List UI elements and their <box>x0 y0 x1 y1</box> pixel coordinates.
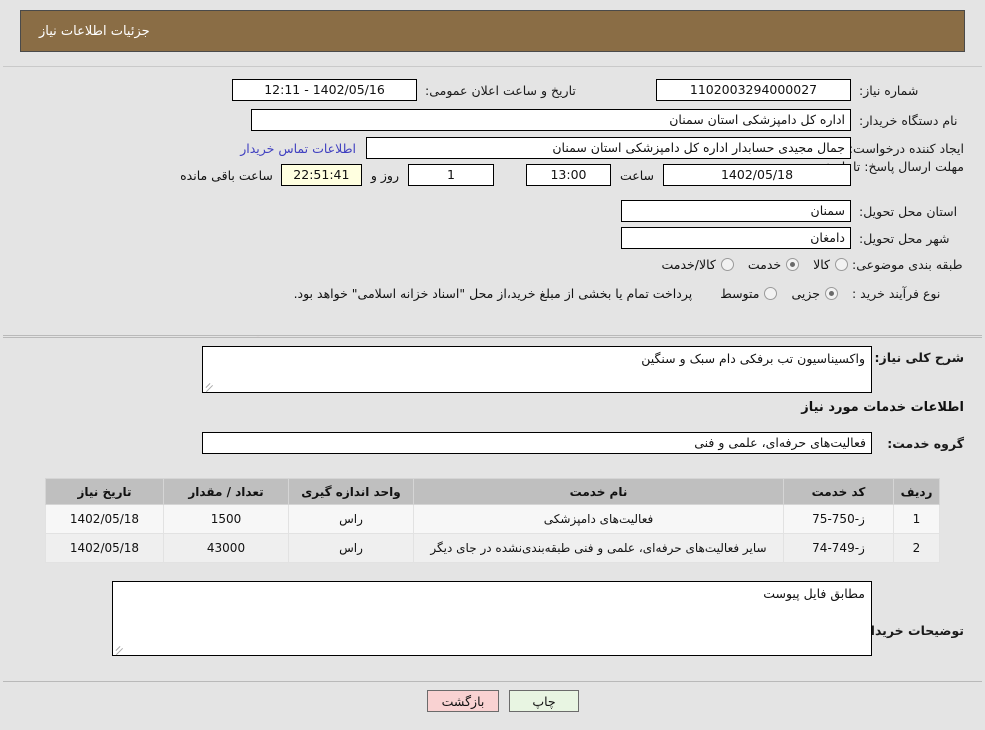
cell-code: ز-750-75 <box>783 504 894 534</box>
cell-unit: راس <box>288 533 414 563</box>
cell-index: 1 <box>893 504 940 534</box>
process-label: نوع فرآیند خرید : <box>852 286 941 301</box>
radio-icon-khedmat[interactable] <box>786 258 800 271</box>
resize-grip-icon[interactable] <box>205 381 215 392</box>
cell-index: 2 <box>893 533 940 563</box>
services-section-title: اطلاعات خدمات مورد نیاز <box>801 400 964 415</box>
city-value: دامغان <box>621 227 851 249</box>
table-row: 1 ز-750-75 فعالیت‌های دامپزشکی راس 1500 … <box>45 504 940 534</box>
province-value: سمنان <box>621 200 851 222</box>
category-option-2: کالا/خدمت <box>661 257 716 272</box>
service-group-label: گروه خدمت: <box>887 436 964 451</box>
cell-date: 1402/05/18 <box>45 504 164 534</box>
col-unit: واحد اندازه گیری <box>288 478 414 505</box>
description-label: شرح کلی نیاز: <box>874 350 964 365</box>
countdown-suffix-label: ساعت باقی مانده <box>180 167 273 183</box>
row-process: نوع فرآیند خرید : جزیی متوسط پرداخت تمام… <box>294 286 964 301</box>
page-root: AriaTender.neT جزئیات اطلاعات نیاز شماره… <box>0 0 985 730</box>
process-radio-jozei[interactable]: جزیی <box>777 286 838 301</box>
hour-label: ساعت <box>619 167 654 183</box>
countdown-timer: 22:51:41 <box>280 164 362 186</box>
radio-icon-jozei[interactable] <box>825 287 838 300</box>
process-radio-motevaset[interactable]: متوسط <box>706 286 778 301</box>
deadline-label: مهلت ارسال پاسخ: تا تاریخ: <box>819 159 964 174</box>
radio-icon-kala-khedmat[interactable] <box>720 258 734 271</box>
need-number-value: 1102003294000027 <box>656 79 851 101</box>
table-header-row: ردیف کد خدمت نام خدمت واحد اندازه گیری ت… <box>45 478 940 505</box>
print-button[interactable]: چاپ <box>509 690 579 712</box>
category-label: طبقه بندی موضوعی: <box>852 257 963 272</box>
service-group-value: فعالیت‌های حرفه‌ای، علمی و فنی <box>202 432 872 454</box>
services-panel: شرح کلی نیاز: واکسیناسیون تب برفکی دام س… <box>3 337 982 682</box>
row-buyer-org: نام دستگاه خریدار: اداره کل دامپزشکی است… <box>251 109 964 131</box>
comments-textarea[interactable]: مطابق فایل پیوست <box>112 581 872 656</box>
category-option-1: خدمت <box>747 257 782 272</box>
resize-grip-icon[interactable] <box>115 644 125 655</box>
buyer-contact-link[interactable]: اطلاعات تماس خریدار <box>240 141 356 156</box>
announce-label: تاریخ و ساعت اعلان عمومی: <box>425 82 576 98</box>
creator-label: ایجاد کننده درخواست: <box>848 140 964 156</box>
table-row: 2 ز-749-74 سایر فعالیت‌های حرفه‌ای، علمی… <box>45 533 940 563</box>
description-value: واکسیناسیون تب برفکی دام سبک و سنگین <box>641 351 865 366</box>
comments-value: مطابق فایل پیوست <box>763 586 865 601</box>
days-suffix-label: روز و <box>370 167 399 183</box>
radio-icon-motevaset[interactable] <box>764 287 778 300</box>
row-creator: ایجاد کننده درخواست: جمال مجیدی حسابدار … <box>240 137 964 159</box>
col-name: نام خدمت <box>413 478 784 505</box>
payment-note: پرداخت تمام یا بخشی از مبلغ خرید،از محل … <box>293 286 693 301</box>
col-index: ردیف <box>893 478 940 505</box>
category-radio-kala[interactable]: کالا <box>799 257 848 272</box>
cell-quantity: 43000 <box>163 533 289 563</box>
deadline-date: 1402/05/18 <box>663 164 851 186</box>
row-province: استان محل تحویل: سمنان <box>621 200 964 222</box>
process-option-1: متوسط <box>720 286 760 301</box>
category-option-0: کالا <box>813 257 830 272</box>
page-header: جزئیات اطلاعات نیاز <box>20 10 965 52</box>
row-need-number: شماره نیاز: 1102003294000027 <box>656 79 964 101</box>
cell-date: 1402/05/18 <box>45 533 164 563</box>
row-category: طبقه بندی موضوعی: کالا خدمت کالا/خدمت <box>647 257 964 272</box>
creator-value: جمال مجیدی حسابدار اداره کل دامپزشکی است… <box>366 137 851 159</box>
radio-icon-kala[interactable] <box>835 258 848 271</box>
category-radio-kala-khedmat[interactable]: کالا/خدمت <box>647 257 734 272</box>
province-label: استان محل تحویل: <box>859 203 958 219</box>
col-code: کد خدمت <box>783 478 894 505</box>
page-title: جزئیات اطلاعات نیاز <box>39 23 150 39</box>
city-label: شهر محل تحویل: <box>859 230 950 246</box>
buyer-org-label: نام دستگاه خریدار: <box>859 112 958 128</box>
services-table: ردیف کد خدمت نام خدمت واحد اندازه گیری ت… <box>45 478 940 563</box>
col-quantity: تعداد / مقدار <box>163 478 289 505</box>
cell-name: سایر فعالیت‌های حرفه‌ای، علمی و فنی طبقه… <box>413 533 784 563</box>
comments-label: توضیحات خریدار: <box>858 623 964 638</box>
row-city: شهر محل تحویل: دامغان <box>621 227 964 249</box>
need-number-label: شماره نیاز: <box>859 82 919 98</box>
row-deadline: 1402/05/18 ساعت 13:00 1 روز و 22:51:41 س… <box>180 164 851 186</box>
row-announce: تاریخ و ساعت اعلان عمومی: 1402/05/16 - 1… <box>232 79 600 101</box>
announce-value: 1402/05/16 - 12:11 <box>232 79 417 101</box>
cell-unit: راس <box>288 504 414 534</box>
description-textarea[interactable]: واکسیناسیون تب برفکی دام سبک و سنگین <box>202 346 872 393</box>
deadline-time: 13:00 <box>525 164 611 186</box>
process-option-0: جزیی <box>791 286 820 301</box>
back-button[interactable]: بازگشت <box>427 690 499 712</box>
cell-code: ز-749-74 <box>783 533 894 563</box>
need-info-panel: شماره نیاز: 1102003294000027 تاریخ و ساع… <box>3 66 982 336</box>
category-radio-khedmat[interactable]: خدمت <box>734 257 800 272</box>
row-deadline-label: مهلت ارسال پاسخ: تا تاریخ: <box>819 159 964 174</box>
buyer-org-value: اداره کل دامپزشکی استان سمنان <box>251 109 851 131</box>
col-date: تاریخ نیاز <box>45 478 164 505</box>
days-remaining-value: 1 <box>407 164 494 186</box>
cell-quantity: 1500 <box>163 504 289 534</box>
cell-name: فعالیت‌های دامپزشکی <box>413 504 784 534</box>
